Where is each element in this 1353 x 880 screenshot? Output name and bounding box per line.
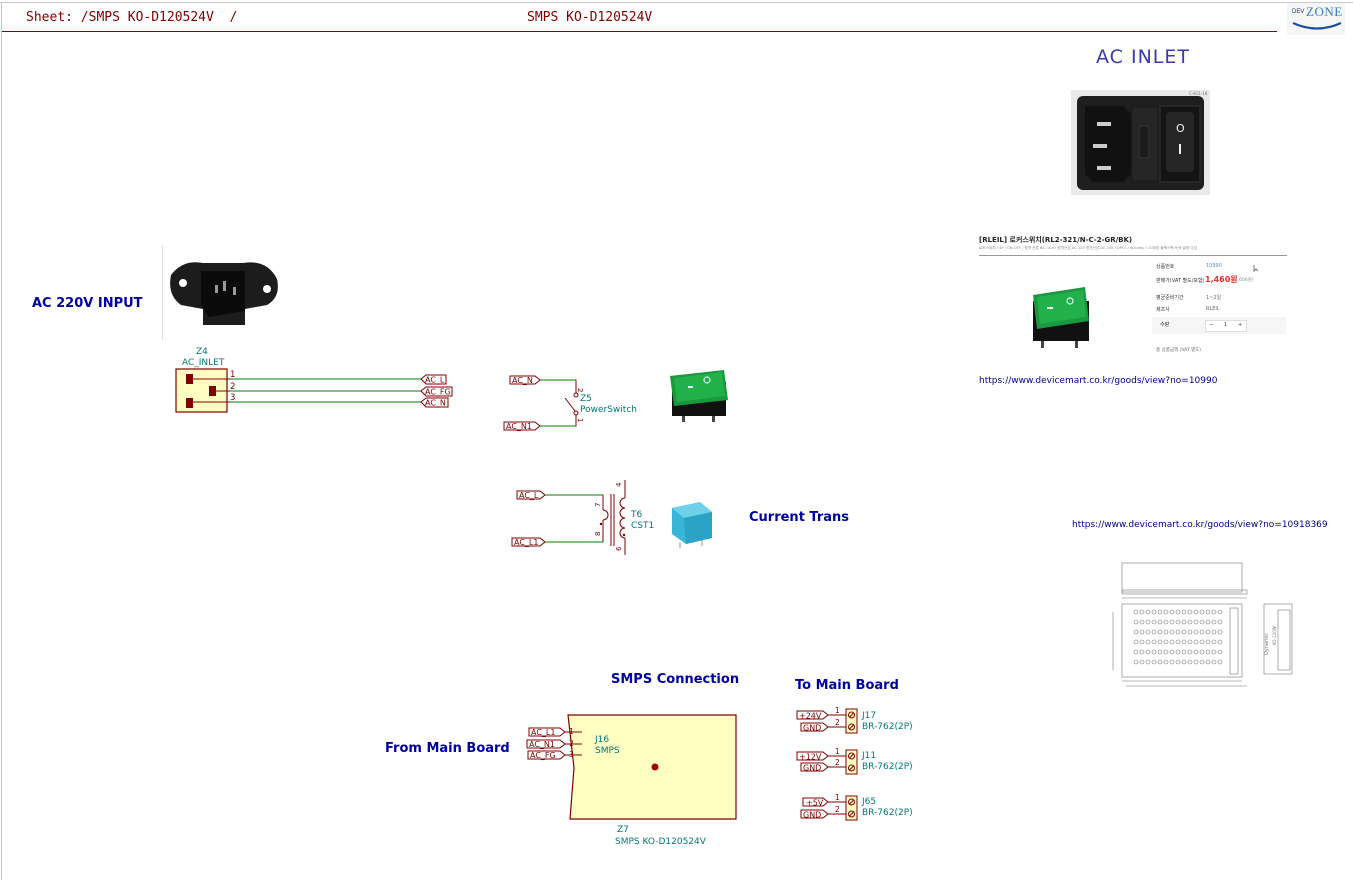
z7-value: SMPS KO-D120524V	[615, 837, 706, 847]
netlabel-ac-fg: AC_FG	[425, 388, 451, 397]
j65-pin-2: 2	[835, 805, 840, 814]
netlabel-ac-l1-ct: AC_L1	[514, 538, 538, 547]
t6-pin-8: 8	[594, 532, 602, 536]
j11-pin-1: 1	[835, 747, 840, 756]
j16-pin-3: 3	[569, 750, 574, 759]
z4-pin-3: 3	[230, 393, 235, 403]
netlabel-ac-n: AC_N	[425, 399, 446, 408]
t6-pin-4: 4	[615, 482, 623, 487]
j11-ref: J11	[862, 751, 877, 761]
z4-pin-n-contact	[186, 398, 193, 408]
z4-ref: Z4	[196, 347, 208, 357]
netlabel-ac-n-switch: AC_N	[512, 376, 533, 385]
t6-ref: T6	[631, 510, 643, 520]
netlabel-ac-l: AC_L	[425, 376, 445, 385]
z5-contact-bottom	[573, 410, 579, 416]
j17-pin-1: 1	[835, 706, 840, 715]
j65-pin-1: 1	[835, 793, 840, 802]
netlabel-24v: +24V	[799, 712, 822, 721]
netlabel-ac-l-ct: AC_L	[519, 491, 539, 500]
t6-secondary-dot	[622, 533, 626, 537]
z4-pin-2: 2	[230, 382, 235, 392]
z5-contact-top	[573, 392, 579, 398]
j16-pin-2: 2	[569, 739, 574, 748]
netlabel-gnd-j11: GND	[803, 764, 821, 773]
z4-ac-inlet-symbol[interactable]	[175, 368, 230, 413]
netlabel-ac-fg-smps: AC_FG	[530, 751, 556, 760]
z7-ref: Z7	[617, 825, 629, 835]
netlabel-gnd-j17: GND	[803, 724, 821, 733]
j11-pin-2: 2	[835, 758, 840, 767]
z4-value: AC_INLET	[182, 358, 225, 368]
z7-smps-symbol[interactable]	[567, 714, 737, 820]
netlabel-12v: +12V	[799, 753, 822, 762]
z5-pin-2: 2	[576, 388, 584, 392]
t6-primary-dot	[599, 522, 603, 526]
netlabel-ac-l1-smps: AC_L1	[531, 728, 555, 737]
j16-pin-1: 1	[569, 727, 574, 736]
j16-value: SMPS	[595, 746, 620, 756]
netlabel-5v: +5V	[806, 799, 824, 808]
z7-marker-dot	[651, 763, 659, 771]
j17-value: BR-762(2P)	[862, 722, 913, 732]
z5-value: PowerSwitch	[580, 405, 637, 415]
z5-pin-1: 1	[576, 418, 584, 422]
j65-value: BR-762(2P)	[862, 808, 913, 818]
netlabel-gnd-j65: GND	[803, 811, 821, 820]
t6-primary-coil	[602, 509, 609, 521]
z4-pin-l-contact	[186, 374, 193, 384]
t6-pin-7: 7	[594, 503, 602, 507]
z5-ref: Z5	[580, 394, 592, 404]
z5-lever	[564, 397, 576, 412]
j11-value: BR-762(2P)	[862, 762, 913, 772]
netlabel-ac-n1-smps: AC_N1	[529, 740, 555, 749]
t6-secondary-coil	[619, 497, 626, 539]
j17-ref: J17	[862, 711, 877, 721]
t6-value: CST1	[631, 521, 655, 531]
t6-transformer-symbol[interactable]	[599, 480, 626, 555]
z4-pin-fg-contact	[209, 386, 216, 396]
z4-pin-1: 1	[230, 370, 235, 380]
wire-switch-top	[540, 379, 577, 392]
j65-body	[845, 795, 858, 821]
schematic-canvas: 1 2 3 AC_L AC_FG AC_N AC_N AC_N1 2 1 AC_…	[175, 368, 858, 821]
j65-ref: J65	[862, 797, 877, 807]
j11-body	[845, 749, 858, 775]
wire-switch-bottom	[540, 416, 577, 427]
t6-pin-6: 6	[615, 546, 623, 551]
netlabel-ac-n1-switch: AC_N1	[506, 422, 532, 431]
j16-ref: J16	[595, 735, 610, 745]
j17-pin-2: 2	[835, 718, 840, 727]
j17-body	[845, 708, 858, 734]
